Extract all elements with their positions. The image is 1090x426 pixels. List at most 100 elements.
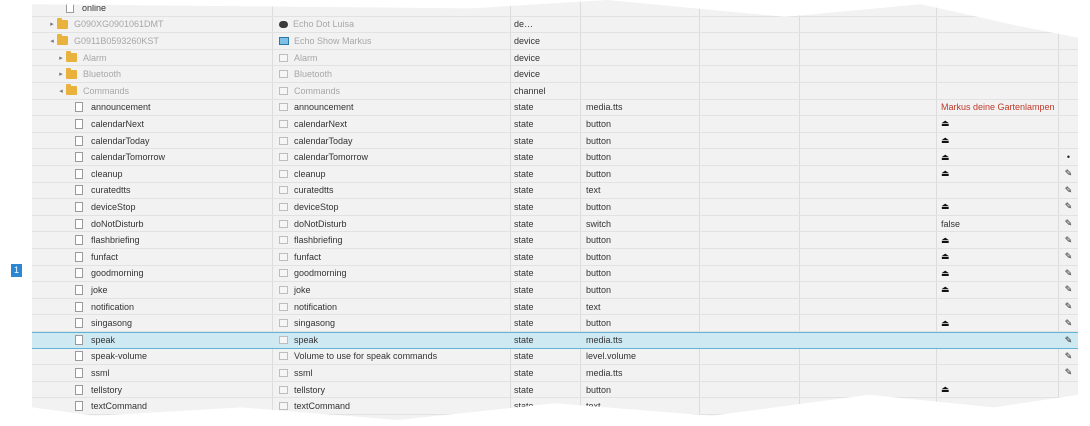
action-cell[interactable]: ✎ xyxy=(1059,349,1078,365)
pencil-edit-icon[interactable]: ✎ xyxy=(1065,351,1073,362)
object-name-cell[interactable]: announcement xyxy=(273,100,515,116)
table-row[interactable]: singasong singasong state button ⏏ ✎ xyxy=(32,315,1078,332)
pencil-edit-icon[interactable]: ✎ xyxy=(1065,235,1073,246)
eject-icon[interactable]: ⏏ xyxy=(941,384,950,395)
object-name-cell[interactable]: singasong xyxy=(273,315,515,331)
table-row[interactable]: joke joke state button ⏏ ✎ xyxy=(32,282,1078,299)
object-id-cell[interactable]: textCommand xyxy=(32,398,305,414)
action-cell[interactable]: ✎ xyxy=(1059,249,1078,265)
action-cell[interactable] xyxy=(1059,66,1078,82)
table-row[interactable]: online xyxy=(32,0,1078,17)
pencil-edit-icon[interactable]: ✎ xyxy=(1065,335,1073,346)
object-id-cell[interactable]: ▸ Alarm xyxy=(32,50,296,66)
action-cell[interactable]: ✎ xyxy=(1059,315,1078,331)
action-cell[interactable]: ✎ xyxy=(1059,299,1078,315)
table-row[interactable]: curatedtts curatedtts state text ✎ xyxy=(32,183,1078,200)
value-cell[interactable]: false xyxy=(937,216,1061,232)
table-row[interactable]: ▸ Alarm Alarm device xyxy=(32,50,1078,67)
object-name-cell[interactable]: joke xyxy=(273,282,515,298)
table-row[interactable]: calendarNext calendarNext state button ⏏ xyxy=(32,116,1078,133)
expand-toggle-icon[interactable]: ◂ xyxy=(56,87,66,95)
eject-icon[interactable]: ⏏ xyxy=(941,235,950,246)
object-id-cell[interactable]: funfact xyxy=(32,249,305,265)
value-cell[interactable] xyxy=(937,183,1061,199)
object-name-cell[interactable]: deviceStop xyxy=(273,199,515,215)
table-row[interactable]: ▸ G090XG0901061DMT Echo Dot Luisa de… xyxy=(32,17,1078,34)
eject-icon[interactable]: ⏏ xyxy=(941,168,950,179)
object-id-cell[interactable]: doNotDisturb xyxy=(32,216,305,232)
value-cell[interactable] xyxy=(937,50,1061,66)
action-cell[interactable]: ✎ xyxy=(1059,183,1078,199)
object-id-cell[interactable]: calendarToday xyxy=(32,133,305,149)
object-name-cell[interactable]: tellstory xyxy=(273,382,515,398)
object-name-cell[interactable]: ssml xyxy=(273,365,515,381)
object-name-cell[interactable]: textCommand xyxy=(273,398,515,414)
table-row[interactable]: tellstory tellstory state button ⏏ xyxy=(32,382,1078,399)
table-row[interactable]: ssml ssml state media.tts ✎ xyxy=(32,365,1078,382)
value-cell[interactable]: ⏏ xyxy=(937,315,1061,331)
action-cell[interactable] xyxy=(1059,17,1078,33)
object-id-cell[interactable]: speak xyxy=(32,333,305,348)
object-id-cell[interactable]: calendarNext xyxy=(32,116,305,132)
expand-toggle-icon[interactable]: ▸ xyxy=(47,20,57,28)
eject-icon[interactable]: ⏏ xyxy=(941,251,950,262)
object-id-cell[interactable]: cleanup xyxy=(32,166,305,182)
eject-icon[interactable]: ⏏ xyxy=(941,118,950,129)
action-cell[interactable] xyxy=(1059,33,1078,49)
pencil-edit-icon[interactable]: ✎ xyxy=(1065,201,1073,212)
object-id-cell[interactable]: speak-volume xyxy=(32,349,305,365)
action-cell[interactable] xyxy=(1059,382,1078,398)
table-row[interactable]: ▸ Bluetooth Bluetooth device xyxy=(32,66,1078,83)
value-cell[interactable]: ⏏ xyxy=(937,266,1061,282)
object-name-cell[interactable]: flashbriefing xyxy=(273,232,515,248)
table-row[interactable]: deviceStop deviceStop state button ⏏ ✎ xyxy=(32,199,1078,216)
value-cell[interactable]: ⏏ xyxy=(937,382,1061,398)
value-cell[interactable] xyxy=(937,66,1061,82)
pencil-edit-icon[interactable]: ✎ xyxy=(1065,318,1073,329)
expand-toggle-icon[interactable]: ▸ xyxy=(56,54,66,62)
value-cell[interactable] xyxy=(937,333,1061,348)
object-id-cell[interactable]: ▸ Bluetooth xyxy=(32,66,296,82)
table-row[interactable]: goodmorning goodmorning state button ⏏ ✎ xyxy=(32,266,1078,283)
pencil-edit-icon[interactable]: ✎ xyxy=(1065,301,1073,312)
value-cell[interactable] xyxy=(937,0,1061,16)
action-cell[interactable] xyxy=(1059,0,1078,16)
pencil-edit-icon[interactable]: ✎ xyxy=(1065,218,1073,229)
object-id-cell[interactable]: ◂ G0911B0593260KST xyxy=(32,33,287,49)
object-name-cell[interactable]: Echo Dot Luisa xyxy=(273,17,515,33)
action-cell[interactable]: ✎ xyxy=(1059,166,1078,182)
table-row[interactable]: calendarToday calendarToday state button ⏏ xyxy=(32,133,1078,150)
table-row[interactable]: ◂ Commands Commands channel xyxy=(32,83,1078,100)
value-cell[interactable]: ⏏ xyxy=(937,282,1061,298)
object-id-cell[interactable]: joke xyxy=(32,282,305,298)
action-cell[interactable]: ✎ xyxy=(1059,282,1078,298)
table-row[interactable]: speak speak state media.tts ✎ xyxy=(32,332,1078,349)
value-cell[interactable] xyxy=(937,83,1061,99)
object-name-cell[interactable]: Bluetooth xyxy=(273,66,515,82)
object-name-cell[interactable]: Commands xyxy=(273,83,515,99)
object-name-cell[interactable] xyxy=(273,0,515,16)
object-id-cell[interactable]: deviceStop xyxy=(32,199,305,215)
table-row[interactable]: calendarTomorrow calendarTomorrow state but… xyxy=(32,149,1078,166)
table-row[interactable]: textCommand textCommand state text xyxy=(32,398,1078,415)
eject-icon[interactable]: ⏏ xyxy=(941,284,950,295)
object-name-cell[interactable]: calendarNext xyxy=(273,116,515,132)
action-cell[interactable] xyxy=(1059,100,1078,116)
table-row[interactable]: notification notification state text ✎ xyxy=(32,299,1078,316)
table-row[interactable]: speak-volume Volume to use for speak comm… xyxy=(32,349,1078,366)
object-name-cell[interactable]: Volume to use for speak commands xyxy=(273,349,515,365)
object-id-cell[interactable]: ssml xyxy=(32,365,305,381)
value-cell[interactable]: Markus deine Gartenlampen xyxy=(937,100,1061,116)
object-name-cell[interactable]: Alarm xyxy=(273,50,515,66)
value-cell[interactable]: ⏏ xyxy=(937,166,1061,182)
table-row[interactable]: doNotDisturb doNotDisturb state switch false… xyxy=(32,216,1078,233)
eject-icon[interactable]: ⏏ xyxy=(941,201,950,212)
value-cell[interactable]: ⏏ xyxy=(937,199,1061,215)
action-cell[interactable] xyxy=(1059,83,1078,99)
object-name-cell[interactable]: speak xyxy=(273,333,515,348)
action-cell[interactable]: ✎ xyxy=(1059,266,1078,282)
action-cell[interactable]: ✎ xyxy=(1059,333,1078,348)
dot-icon[interactable]: • xyxy=(1067,152,1070,162)
pencil-edit-icon[interactable]: ✎ xyxy=(1065,268,1073,279)
eject-icon[interactable]: ⏏ xyxy=(941,135,950,146)
